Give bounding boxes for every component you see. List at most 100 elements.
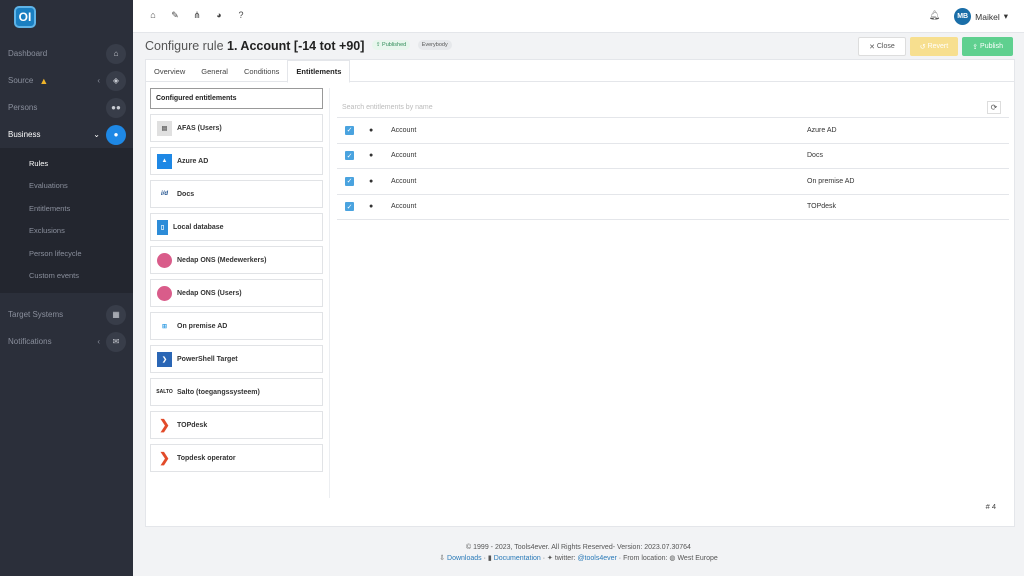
publish-button[interactable]: ⇪ Publish xyxy=(962,37,1013,56)
list-item-label: Local database xyxy=(173,223,224,231)
status-badge-label: Published xyxy=(382,41,407,48)
table-row[interactable]: ✓ ● Account Docs xyxy=(337,144,1009,169)
list-item[interactable]: ▤ AFAS (Users) xyxy=(150,114,323,142)
checkbox[interactable]: ✓ xyxy=(345,176,354,186)
subnav-item-exclusions[interactable]: Exclusions xyxy=(0,220,133,243)
app-logo[interactable]: OI xyxy=(14,5,36,28)
list-item-label: On premise AD xyxy=(177,322,228,330)
list-item[interactable]: ❯ TOPdesk xyxy=(150,411,323,439)
user-icon: ● xyxy=(369,203,374,211)
title-prefix: Configure rule xyxy=(145,39,227,53)
sidebar-item-notifications[interactable]: Notifications ‹ ✉ xyxy=(0,328,133,355)
user-menu[interactable]: MB Maikel ▾ xyxy=(954,8,1008,25)
list-heading[interactable]: Configured entitlements xyxy=(150,88,323,109)
target-system: Azure AD xyxy=(807,126,837,134)
sidebar-item-label: Notifications xyxy=(8,337,52,346)
table-row[interactable]: ✓ ● Account Azure AD xyxy=(337,118,1009,144)
twitter-link[interactable]: @tools4ever xyxy=(577,555,616,562)
nedap-logo-icon xyxy=(157,252,172,268)
list-item[interactable]: i/d Docs xyxy=(150,180,323,208)
subnav-item-person-lifecycle[interactable]: Person lifecycle xyxy=(0,242,133,265)
business-subnav: Rules Evaluations Entitlements Exclusion… xyxy=(0,148,133,293)
subnav-item-custom-events[interactable]: Custom events xyxy=(0,265,133,288)
subnav-item-evaluations[interactable]: Evaluations xyxy=(0,175,133,198)
tab-overview[interactable]: Overview xyxy=(146,60,193,82)
close-button[interactable]: ✕ Close xyxy=(858,37,906,56)
table-row[interactable]: ✓ ● Account TOPdesk xyxy=(337,195,1009,220)
sidebar-item-business[interactable]: Business ⌄ ● xyxy=(0,121,133,148)
topbar: ⌂ ✎ ⋔ ◕ ? 🔔︎ MB Maikel ▾ xyxy=(133,0,1024,33)
location-label: From location: xyxy=(623,555,668,562)
footer-links: ⇩ Downloads · ▮ Documentation · ✦ twitte… xyxy=(439,555,718,562)
sitemap-icon[interactable]: ⋔ xyxy=(191,10,203,21)
avatar: MB xyxy=(954,8,972,25)
documentation-link[interactable]: Documentation xyxy=(494,555,541,562)
downloads-link[interactable]: Downloads xyxy=(447,555,482,562)
copyright: © 1999 - 2023, Tools4ever. All Rights Re… xyxy=(466,544,691,551)
list-item[interactable]: Nedap ONS (Medewerkers) xyxy=(150,246,323,274)
user-name: Maikel xyxy=(975,11,1000,22)
list-item[interactable]: ❯ Topdesk operator xyxy=(150,444,323,472)
list-item-label: PowerShell Target xyxy=(177,355,238,363)
warning-icon: ▲ xyxy=(39,75,49,86)
tab-entitlements[interactable]: Entitlements xyxy=(287,60,351,83)
table-row[interactable]: ✓ ● Account On premise AD xyxy=(337,169,1009,195)
users-icon: ●● xyxy=(106,97,126,118)
salto-logo-icon: SALTO xyxy=(156,389,173,395)
sidebar: OI Dashboard ⌂ Source ▲ ‹ ◈ Persons ●● B… xyxy=(0,0,133,576)
list-item[interactable]: ▲ Azure AD xyxy=(150,147,323,175)
sidebar-item-persons[interactable]: Persons ●● xyxy=(0,94,133,121)
checkbox[interactable]: ✓ xyxy=(345,151,354,161)
user-icon: ● xyxy=(369,152,374,160)
bell-icon[interactable]: 🔔︎ xyxy=(929,10,940,21)
windows-logo-icon: ⊞ xyxy=(161,323,168,330)
list-item[interactable]: ⊞ On premise AD xyxy=(150,312,323,340)
subnav-item-entitlements[interactable]: Entitlements xyxy=(0,197,133,220)
pie-chart-icon[interactable]: ◕ xyxy=(213,10,225,21)
list-item-label: Docs xyxy=(177,190,195,198)
sidebar-item-dashboard[interactable]: Dashboard ⌂ xyxy=(0,40,133,67)
list-item-label: Azure AD xyxy=(177,157,209,165)
footer: © 1999 - 2023, Tools4ever. All Rights Re… xyxy=(133,542,1024,564)
list-item-label: TOPdesk xyxy=(177,421,208,429)
home-icon: ⌂ xyxy=(106,43,126,64)
checkbox[interactable]: ✓ xyxy=(345,202,354,212)
main-card: Overview General Conditions Entitlements… xyxy=(145,59,1015,527)
sidebar-item-source[interactable]: Source ▲ ‹ ◈ xyxy=(0,67,133,94)
list-item[interactable]: SALTO Salto (toegangssysteem) xyxy=(150,378,323,406)
home-icon[interactable]: ⌂ xyxy=(147,10,159,21)
region: West Europe xyxy=(677,555,718,562)
help-icon[interactable]: ? xyxy=(235,10,247,21)
list-item-label: Nedap ONS (Users) xyxy=(177,289,242,297)
main-nav: Dashboard ⌂ Source ▲ ‹ ◈ Persons ●● Busi… xyxy=(0,40,133,355)
topdesk-logo-icon: ❯ xyxy=(159,450,170,465)
tab-general[interactable]: General xyxy=(193,60,236,82)
subnav-item-rules[interactable]: Rules xyxy=(0,152,133,175)
wrench-icon[interactable]: ✎ xyxy=(169,10,181,21)
page-header: Configure rule 1. Account [-14 tot +90] … xyxy=(145,37,1015,58)
afas-logo-icon: ▤ xyxy=(157,120,172,136)
checkbox[interactable]: ✓ xyxy=(345,125,354,135)
sidebar-item-label: Persons xyxy=(8,103,38,112)
toolbar-icons: ⌂ ✎ ⋔ ◕ ? xyxy=(147,10,247,21)
tab-conditions[interactable]: Conditions xyxy=(236,60,287,82)
list-item-label: Nedap ONS (Medewerkers) xyxy=(177,256,267,264)
configured-entitlements-list: Configured entitlements ▤ AFAS (Users) ▲… xyxy=(150,88,323,477)
list-item[interactable]: ▯ Local database xyxy=(150,213,323,241)
revert-button[interactable]: ↺ Revert xyxy=(909,37,959,56)
entitlement-name: Account xyxy=(391,177,417,185)
search-input[interactable]: Search entitlements by name ⟳ xyxy=(337,97,1009,118)
azure-logo-icon: ▲ xyxy=(157,153,172,169)
row-count: # 4 xyxy=(985,502,996,511)
user-icon: ● xyxy=(369,177,374,185)
sidebar-item-label: Target Systems xyxy=(8,310,64,319)
list-item[interactable]: Nedap ONS (Users) xyxy=(150,279,323,307)
list-item[interactable]: ❯ PowerShell Target xyxy=(150,345,323,373)
nav-divider xyxy=(0,293,133,301)
download-icon: ⇩ xyxy=(439,555,446,562)
sidebar-item-target-systems[interactable]: Target Systems ▦ xyxy=(0,301,133,328)
target-system: TOPdesk xyxy=(807,203,837,211)
chevron-left-icon: ‹ xyxy=(97,76,100,85)
sidebar-item-label: Dashboard xyxy=(8,49,48,58)
refresh-icon[interactable]: ⟳ xyxy=(987,101,1001,114)
